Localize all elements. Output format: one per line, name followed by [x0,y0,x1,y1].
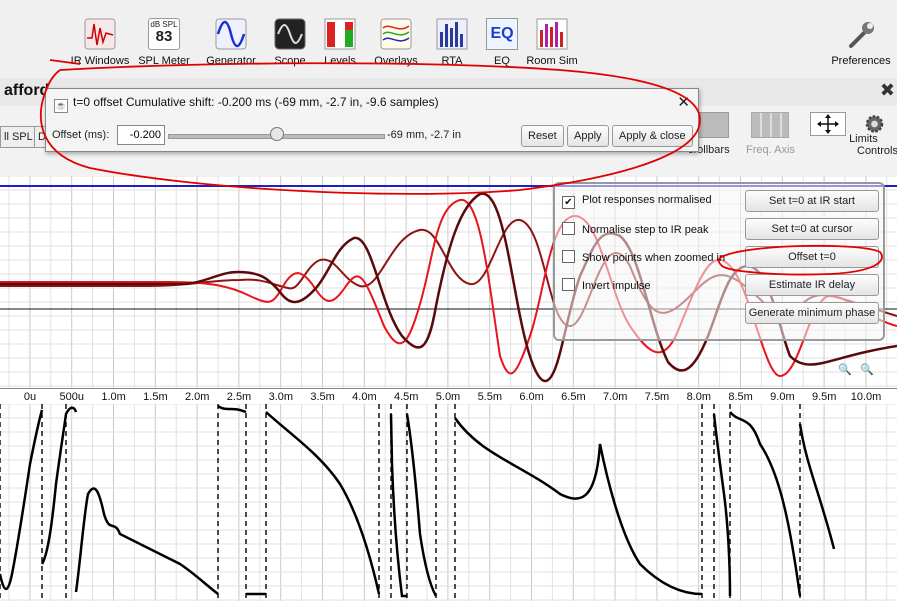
x-tick-label: 4.5m [393,391,419,403]
x-tick-label: 2.5m [226,391,252,403]
offset-readout: -69 mm, -2.7 in [387,129,461,141]
overlays-icon [380,18,412,50]
checkbox-box[interactable]: ✔ [562,196,575,209]
tool-overlays[interactable]: Overlays [365,18,427,67]
rta-icon [436,18,468,50]
apply-close-button[interactable]: Apply & close [612,125,693,147]
tool-label: Levels [324,55,356,67]
x-tick-label: 9.0m [770,391,795,403]
plot-grid [0,404,897,601]
arrows-icon [810,112,846,136]
zoom-in-icon[interactable]: 🔍 [860,363,874,376]
offset-input[interactable] [117,125,165,145]
controls-label: Controls [857,145,897,157]
all-spl-button[interactable]: ll SPL [0,126,37,148]
scope-icon [274,18,306,50]
generate-minimum-phase-button[interactable]: Generate minimum phase [745,302,879,324]
dialog-title-text: t=0 offset Cumulative shift: -0.200 ms (… [73,95,439,109]
checkbox-label: Normalise step to IR peak [582,224,709,236]
checkbox-label: Show points when zoomed in [582,252,726,264]
x-tick-label: 9.5m [811,391,837,403]
x-tick-label: 0u [23,391,37,403]
tool-spl-meter[interactable]: dB SPL 83 SPL Meter [133,18,195,67]
x-tick-label: 3.5m [310,391,335,403]
set-t0-ir-start-button[interactable]: Set t=0 at IR start [745,190,879,212]
ir-windows-icon [84,18,116,50]
window-title: afford [4,82,50,99]
tool-ir-windows[interactable]: IR Windows [69,18,131,67]
x-tick-label: 8.5m [728,391,753,403]
checkbox-label: Invert impulse [582,280,651,292]
phase-trace [0,404,836,598]
checkbox-box[interactable] [562,278,575,291]
offset-t0-button[interactable]: Offset t=0 [745,246,879,268]
eq-icon-text: EQ [490,25,514,42]
x-tick-label: 4.0m [352,391,377,403]
freq-axis-label: Freq. Axis [746,144,795,156]
estimate-ir-delay-button[interactable]: Estimate IR delay [745,274,879,296]
x-tick-label: 10.0m [850,391,882,403]
offset-slider-thumb[interactable] [269,127,284,141]
tool-room-sim[interactable]: Room Sim [521,18,583,67]
eq-icon: EQ [486,18,518,50]
freq-axis-icon [751,112,790,138]
close-icon[interactable]: ✖ [880,80,895,101]
tool-label: Overlays [374,55,418,67]
x-tick-label: 6.5m [561,391,586,403]
room-sim-icon [536,18,568,50]
spl-meter-icon: dB SPL 83 [148,18,180,50]
checkbox-plot-normalised[interactable]: ✔ Plot responses normalised [562,194,712,209]
t0-offset-dialog: ☕ t=0 offset Cumulative shift: -0.200 ms … [45,88,699,152]
x-tick-label: 1.5m [143,391,168,403]
close-icon[interactable]: ✕ [677,93,690,111]
x-tick-label: 2.0m [184,391,210,403]
x-axis: 0u 500u 1.0m 1.5m 2.0m 2.5m 3.0m 3.5m 4.0m 4.5m 5.… [0,388,897,405]
java-icon: ☕ [54,99,68,113]
checkbox-box[interactable] [562,250,575,263]
tool-preferences[interactable]: Preferences [829,18,893,67]
tool-generator[interactable]: Generator [200,18,262,67]
tool-levels[interactable]: Levels [309,18,371,67]
generator-icon [215,18,247,50]
checkbox-normalise-step[interactable]: Normalise step to IR peak [562,222,709,236]
x-tick-label: 5.0m [435,391,461,403]
spl-badge-value: 83 [155,28,173,45]
wrench-icon [849,22,874,48]
tool-label: Preferences [831,55,891,67]
checkbox-show-points[interactable]: Show points when zoomed in [562,250,725,264]
phase-plot[interactable] [0,404,897,601]
dialog-title: ☕ t=0 offset Cumulative shift: -0.200 ms … [54,95,439,113]
set-t0-cursor-button[interactable]: Set t=0 at cursor [745,218,879,240]
tool-label: SPL Meter [138,55,190,67]
x-tick-label: 7.0m [602,391,628,403]
x-tick-label: 6.0m [519,391,544,403]
tool-label: Room Sim [526,55,578,67]
x-tick-label: 7.5m [644,391,670,403]
controls-button[interactable]: Controls [857,112,897,157]
offset-label: Offset (ms): [52,129,110,141]
freq-axis-toggle[interactable]: Freq. Axis [746,112,795,156]
zoom-out-icon[interactable]: 🔍 [838,363,852,376]
tool-label: IR Windows [70,55,130,67]
apply-button[interactable]: Apply [567,125,609,147]
impulse-settings-panel: ✔ Plot responses normalised Normalise ste… [553,182,885,341]
x-tick-label: 500u [59,391,85,403]
reset-button[interactable]: Reset [521,125,564,147]
tool-label: Generator [206,55,256,67]
x-tick-label: 3.0m [268,391,294,403]
checkbox-box[interactable] [562,222,575,235]
x-tick-label: 1.0m [101,391,126,403]
gear-icon [866,115,884,133]
main-toolbar: IR Windows dB SPL 83 SPL Meter Generator… [0,0,897,78]
checkbox-label: Plot responses normalised [582,194,712,206]
x-tick-label: 5.5m [477,391,503,403]
levels-icon [324,18,356,50]
checkbox-invert-impulse[interactable]: Invert impulse [562,278,650,292]
x-tick-label: 8.0m [686,391,712,403]
